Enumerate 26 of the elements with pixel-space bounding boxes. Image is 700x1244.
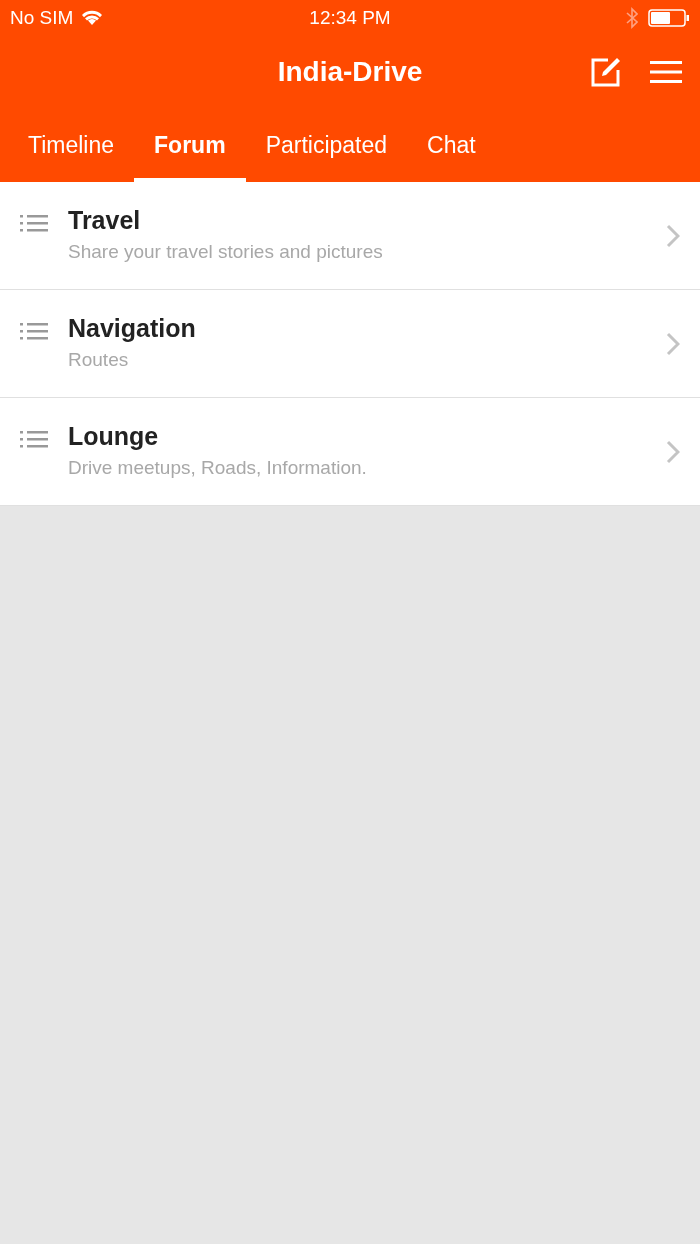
forum-description: Routes: [68, 349, 130, 371]
forum-row[interactable]: Travel Share your travel stories and pictures: [0, 182, 700, 290]
app-title: India-Drive: [277, 56, 423, 88]
forum-description: Drive meetups, Roads, Information.: [68, 457, 368, 479]
wifi-icon: [81, 10, 104, 26]
forum-title: Lounge: [68, 422, 160, 451]
battery-icon: [648, 9, 690, 27]
chevron-icon: [666, 224, 680, 248]
carrier-label: No SIM: [10, 7, 74, 29]
bluetooth-icon: [626, 7, 638, 29]
clock-time: 12:34 PM: [309, 7, 391, 29]
tab[interactable]: Timeline: [8, 108, 135, 182]
forum-description: Share your travel stories and pictures: [68, 241, 384, 263]
menu-icon[interactable]: [650, 60, 682, 84]
tab[interactable]: Participated: [245, 108, 408, 182]
forum-row[interactable]: Lounge Drive meetups, Roads, Information.: [0, 398, 700, 506]
forum-title: Navigation: [68, 314, 197, 343]
chevron-icon: [666, 332, 680, 356]
compose-icon[interactable]: [590, 56, 622, 88]
list-icon: [20, 430, 48, 448]
tab[interactable]: Chat: [407, 108, 496, 182]
chevron-icon: [666, 440, 680, 464]
list-icon: [20, 214, 48, 232]
forum-row[interactable]: Navigation Routes: [0, 290, 700, 398]
forum-title: Travel: [68, 206, 142, 235]
list-icon: [20, 322, 48, 340]
